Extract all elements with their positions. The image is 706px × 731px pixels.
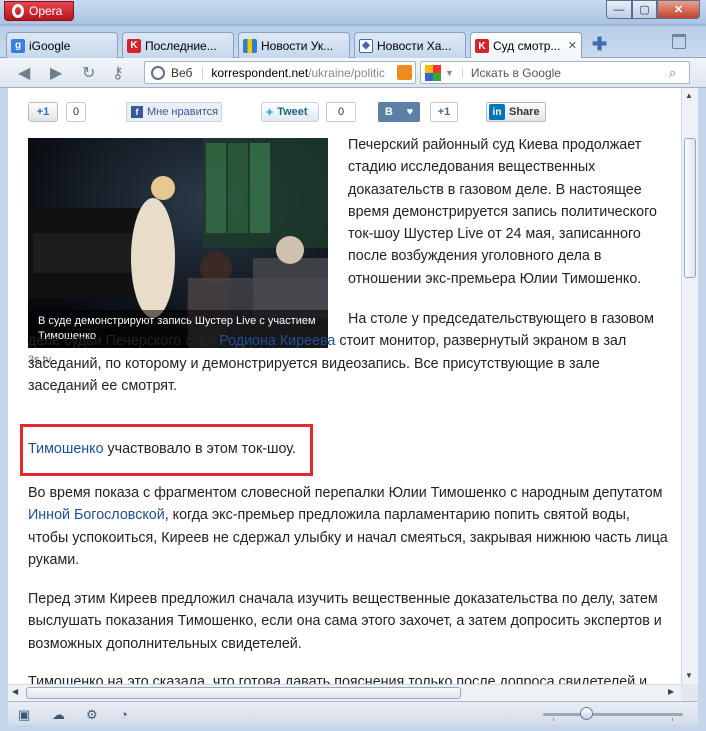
chevron-down-icon[interactable]: ▼ — [445, 67, 463, 78]
tab-label: Суд смотр... — [493, 39, 561, 53]
window-frame-bottom — [0, 725, 706, 731]
panel-toggle-icon[interactable]: ▣ — [18, 707, 34, 722]
search-icon[interactable]: ⌕ — [669, 65, 689, 81]
tweet-label: Tweet — [277, 106, 308, 118]
article-paragraph-4: Во время показа с фрагментом словесной п… — [28, 482, 673, 571]
speedometer-icon[interactable]: ◔ — [120, 707, 136, 722]
paragraph-text: Во время показа с фрагментом словесной п… — [28, 485, 663, 501]
globe-icon — [151, 65, 165, 80]
url-text[interactable]: korrespondent.net/ukraine/politic — [203, 66, 384, 80]
status-bar: ▣ ☁ ⚙ ◔ — [8, 701, 698, 725]
cloud-icon[interactable]: ☁ — [52, 707, 68, 722]
url-domain: korrespondent.net — [211, 65, 309, 80]
forward-icon[interactable]: ▶ — [50, 63, 62, 83]
link-rodion-kireev[interactable]: Родиона Киреева — [219, 333, 335, 349]
window-controls: — ▢ ✕ — [606, 0, 700, 19]
window-frame-left — [0, 88, 8, 731]
tweet-count: 0 — [326, 102, 356, 122]
unite-icon[interactable]: ⚙ — [86, 707, 102, 722]
paragraph-text: участвовало в этом ток-шоу. — [103, 441, 296, 457]
search-input[interactable]: Искать в Google — [463, 66, 669, 80]
diamond-icon: ◆ — [359, 38, 373, 53]
horizontal-scrollbar[interactable]: ◀ ▶ — [8, 684, 681, 701]
linkedin-share-label: Share — [509, 106, 540, 118]
twitter-bird-icon: ✦ — [265, 106, 275, 119]
scroll-up-icon[interactable]: ▲ — [685, 91, 693, 100]
tab-label: Последние... — [145, 38, 217, 53]
close-button[interactable]: ✕ — [657, 0, 700, 19]
opera-logo-icon — [12, 4, 24, 18]
heart-icon: ♥ — [406, 106, 414, 118]
zoom-slider[interactable] — [543, 713, 683, 716]
article-paragraph-1: Печерский районный суд Киева продолжает … — [348, 137, 657, 287]
key-icon[interactable]: ⚷ — [112, 63, 124, 83]
facebook-like-label: Мне нравится — [147, 106, 219, 118]
app-name: Opera — [29, 4, 63, 18]
scroll-left-icon[interactable]: ◀ — [12, 687, 18, 696]
linkedin-icon: in — [489, 104, 505, 120]
article-paragraph-5: Перед этим Киреев предложил сначала изуч… — [28, 591, 662, 652]
navigation-bar: ◀ ▶ ↻ ⚷ Веб korrespondent.net/ukraine/po… — [0, 58, 706, 88]
tab-latest-news[interactable]: K Последние... — [122, 32, 234, 58]
window-frame-right — [698, 88, 706, 731]
trash-icon[interactable] — [672, 34, 686, 49]
tab-label: iGoogle — [29, 38, 71, 53]
plus-one-count: 0 — [66, 102, 86, 122]
back-icon[interactable]: ◀ — [18, 63, 30, 83]
scrollbar-corner — [681, 684, 698, 701]
tab-bar: g iGoogle K Последние... Новости Ук... ◆… — [0, 26, 706, 59]
tab-court[interactable]: K Суд смотр... ✕ — [470, 32, 582, 59]
facebook-like-button[interactable]: f Мне нравится — [126, 102, 222, 122]
linkedin-share-button[interactable]: in Share — [486, 102, 546, 122]
address-prefix: Веб — [171, 65, 204, 80]
vertical-scroll-thumb[interactable] — [684, 138, 696, 278]
link-inna-bogoslovska[interactable]: Инной Богословской — [28, 507, 165, 523]
tab-label: Новости Ха... — [377, 38, 452, 53]
google-icon: g — [11, 38, 25, 53]
share-row: +1 0 f Мне нравится ✦ Tweet 0 В ♥ +1 in … — [8, 102, 668, 124]
google-icon — [425, 64, 441, 81]
korrespondent-icon: K — [475, 39, 489, 53]
zoom-slider-handle[interactable] — [580, 707, 593, 720]
vk-label: В — [384, 106, 393, 118]
vk-like-button[interactable]: В ♥ — [378, 102, 420, 122]
article-paragraph-3: Тимошенко участвовало в этом ток-шоу. — [28, 438, 318, 460]
tab-close-icon[interactable]: ✕ — [568, 39, 577, 52]
maximize-button[interactable]: ▢ — [632, 0, 657, 19]
new-tab-button[interactable]: ✚ — [592, 34, 607, 55]
link-tymoshenko[interactable]: Тимошенко — [28, 441, 104, 457]
title-bar: Opera — ▢ ✕ — [0, 0, 706, 24]
bars-icon — [243, 38, 257, 53]
zoom-ticks — [553, 718, 673, 721]
google-plus-one-button[interactable]: +1 — [28, 102, 58, 122]
facebook-icon: f — [131, 106, 143, 118]
tab-news-ukraine[interactable]: Новости Ук... — [238, 32, 350, 58]
page-viewport: +1 0 f Мне нравится ✦ Tweet 0 В ♥ +1 in … — [8, 88, 681, 684]
tab-label: Новости Ук... — [261, 38, 334, 53]
minimize-button[interactable]: — — [606, 0, 632, 19]
rss-icon[interactable] — [397, 65, 412, 80]
vertical-scrollbar[interactable]: ▲ ▼ — [681, 88, 698, 684]
horizontal-scroll-thumb[interactable] — [26, 687, 461, 699]
article-paragraph-2: На столе у председательствующего в газов… — [28, 308, 668, 397]
address-bar[interactable]: Веб korrespondent.net/ukraine/politic — [144, 61, 416, 84]
vk-count: +1 — [430, 102, 458, 122]
reload-icon[interactable]: ↻ — [82, 63, 95, 83]
korrespondent-icon: K — [127, 38, 141, 53]
scroll-right-icon[interactable]: ▶ — [668, 687, 674, 696]
tab-igoogle[interactable]: g iGoogle — [6, 32, 118, 58]
url-path: /ukraine/politic — [308, 65, 385, 80]
article-paragraph-6: Тимошенко на это сказала, что готова дав… — [28, 674, 648, 684]
search-field[interactable]: ▼ Искать в Google ⌕ — [420, 61, 690, 84]
tweet-button[interactable]: ✦ Tweet — [261, 102, 319, 122]
scroll-down-icon[interactable]: ▼ — [685, 671, 693, 680]
tab-news-kharkiv[interactable]: ◆ Новости Ха... — [354, 32, 466, 58]
opera-menu-button[interactable]: Opera — [4, 1, 74, 21]
